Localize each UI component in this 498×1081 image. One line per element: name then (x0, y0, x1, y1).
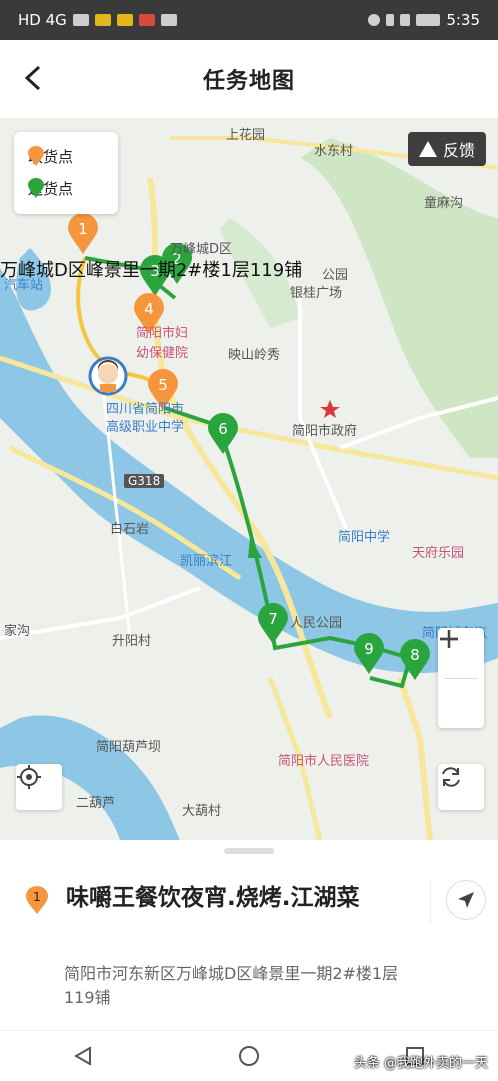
clock: 5:35 (446, 11, 480, 29)
map-label: 白石岩 (110, 522, 150, 537)
map-label: 水东村 (314, 144, 354, 159)
refresh-icon (442, 767, 460, 787)
map-label: 升阳村 (112, 634, 152, 649)
refresh-button[interactable] (438, 764, 484, 810)
map-label: 简阳市人民医院 (278, 754, 370, 769)
map-label: 童麻沟 (424, 196, 464, 211)
map-label: 银桂广场 (290, 286, 343, 301)
app-notification-icon (138, 14, 155, 26)
signal-icon (72, 14, 89, 26)
home-circle-icon[interactable] (238, 1045, 260, 1067)
back-button[interactable] (14, 58, 54, 98)
marker-label: 9 (364, 640, 374, 658)
locate-button[interactable] (16, 764, 62, 810)
map-label: 简阳市妇 (136, 326, 189, 341)
map-label: 二葫芦 (76, 796, 116, 811)
delivery-marker-7[interactable]: 7 (256, 602, 290, 646)
feedback-label: 反馈 (442, 141, 475, 160)
page-title: 任务地图 (202, 69, 295, 94)
map-label: 万峰城D区 (170, 242, 233, 257)
map-label: 天府乐园 (412, 546, 465, 561)
marker-label: 7 (268, 610, 278, 628)
battery-icon (416, 14, 441, 26)
pickup-pin-icon: 1 (26, 886, 48, 914)
address-overlay-label: 万峰城D区峰景里一期2#楼1层119铺 (0, 260, 303, 281)
marker-label: 6 (218, 420, 228, 438)
map-label: 简阳中学 (338, 530, 391, 545)
location-icon (400, 14, 411, 26)
zoom-controls (438, 628, 484, 728)
map-label: 幼保健院 (136, 346, 189, 361)
app-notification-icon (116, 14, 133, 26)
highway-sign: G318 (124, 474, 165, 488)
back-arrow-icon (24, 65, 41, 91)
marker-label: 5 (158, 376, 168, 394)
feedback-button[interactable]: 反馈 (408, 132, 486, 166)
marker-label: 8 (410, 646, 420, 664)
rider-avatar[interactable] (88, 356, 128, 396)
warning-icon (418, 141, 437, 157)
back-triangle-icon[interactable] (72, 1045, 94, 1067)
map-label: 高级职业中学 (106, 420, 185, 435)
delivery-pin-icon (28, 178, 44, 198)
task-panel[interactable]: 1 味嚼王餐饮夜宵.烧烤.江湖菜 简阳市河东新区万峰城D区峰景里一期2#楼1层1… (0, 840, 498, 1030)
crosshair-icon (17, 765, 41, 789)
shop-name: 味嚼王餐饮夜宵.烧烤.江湖菜 (66, 885, 360, 911)
shop-address: 简阳市河东新区万峰城D区峰景里一期2#楼1层119铺 (64, 964, 399, 1007)
delivery-marker-8[interactable]: 8 (398, 638, 432, 682)
app-notification-icon (94, 14, 111, 26)
map-label: 四川省简阳市 (106, 402, 185, 417)
minus-icon (440, 637, 458, 641)
map-label: 人民公园 (290, 616, 343, 631)
task-index: 1 (33, 890, 41, 904)
map-label: 汽车站 (4, 278, 44, 293)
status-bar: HD 4G 5:35 (0, 0, 498, 40)
map-label: 简阳市政府 (292, 424, 358, 439)
app-notification-icon (160, 14, 177, 26)
pickup-marker-1[interactable]: 1 (66, 212, 100, 256)
drag-handle[interactable] (224, 848, 274, 854)
zoom-out-button[interactable] (438, 637, 484, 729)
map-label: 家沟 (4, 624, 31, 639)
map-label: 简阳葫芦坝 (96, 740, 162, 755)
map-label: 大葫村 (182, 804, 222, 819)
pickup-pin-icon (28, 146, 44, 166)
divider (430, 880, 431, 924)
header: 任务地图 (0, 40, 498, 118)
navigation-arrow-icon (458, 892, 474, 908)
map-legend: 取货点 送货点 (14, 132, 118, 214)
bluetooth-icon (386, 14, 395, 26)
map-label: 上花园 (226, 128, 266, 143)
delivery-marker-6[interactable]: 6 (206, 412, 240, 456)
navigate-button[interactable] (446, 880, 486, 920)
marker-label: 1 (78, 220, 88, 238)
map-label: 公园 (322, 268, 349, 283)
map-label: 凯丽滨江 (180, 554, 233, 569)
marker-label: 4 (144, 300, 154, 318)
delivery-marker-9[interactable]: 9 (352, 632, 386, 676)
task-map[interactable]: 1 2 3 4 5 6 7 8 9 上花园 水东村 童麻沟 万峰城D区 万峰城D… (0, 118, 498, 840)
alarm-icon (368, 14, 381, 26)
watermark: 头条 @我跑外卖的一天 (353, 1056, 488, 1071)
network-label: HD 4G (18, 11, 67, 29)
map-label: 映山岭秀 (228, 348, 281, 363)
